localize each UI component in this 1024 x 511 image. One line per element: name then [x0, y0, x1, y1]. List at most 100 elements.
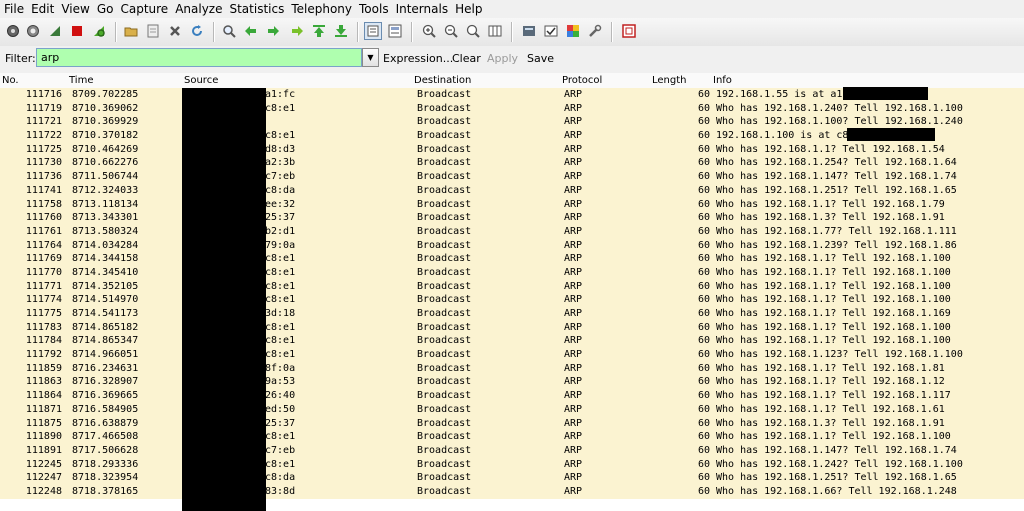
display-filter-input[interactable]	[36, 48, 362, 67]
filter-apply-button[interactable]: Apply	[487, 52, 518, 65]
packet-row[interactable]: 111784 8714.865347 c8:e1 Broadcast ARP 60 Who …	[0, 334, 1024, 349]
cell-no: 111774	[25, 294, 62, 306]
cell-protocol: ARP	[564, 403, 583, 415]
packet-row[interactable]: 112248 8718.378165 83:8d Broadcast ARP 60 Who …	[0, 484, 1024, 499]
zoom-in-icon[interactable]	[420, 22, 438, 40]
help-icon[interactable]	[620, 22, 638, 40]
filter-clear-button[interactable]: Clear	[452, 52, 481, 65]
column-header-protocol[interactable]: Protocol	[562, 73, 602, 88]
coloring-rules-icon[interactable]	[564, 22, 582, 40]
cell-info: Who has 192.168.1.1? Tell 192.168.1.100	[716, 431, 951, 443]
cell-protocol: ARP	[564, 362, 583, 374]
column-header-info[interactable]: Info	[713, 73, 732, 88]
menu-file[interactable]: File	[0, 0, 27, 18]
filter-save-button[interactable]: Save	[527, 52, 554, 65]
menu-tools[interactable]: Tools	[355, 0, 392, 18]
cell-protocol: ARP	[564, 280, 583, 292]
go-back-icon[interactable]	[242, 22, 260, 40]
packet-row[interactable]: 111771 8714.352105 c8:e1 Broadcast ARP 60 Who …	[0, 279, 1024, 294]
cell-time: 8711.506744	[72, 171, 139, 183]
find-packet-icon[interactable]	[220, 22, 238, 40]
packet-row[interactable]: 111725 8710.464269 d8:d3 Broadcast ARP 60 Who …	[0, 142, 1024, 157]
stop-capture-icon[interactable]	[68, 22, 86, 40]
toolbar-separator	[213, 22, 215, 42]
packet-row[interactable]: 111761 8713.580324 b2:d1 Broadcast ARP 60 Who …	[0, 224, 1024, 239]
preferences-icon[interactable]	[586, 22, 604, 40]
options-icon[interactable]	[24, 22, 42, 40]
cell-destination: Broadcast	[417, 376, 472, 388]
go-forward-icon[interactable]	[264, 22, 282, 40]
menu-statistics[interactable]: Statistics	[225, 0, 287, 18]
display-filters-icon[interactable]	[542, 22, 560, 40]
packet-row[interactable]: 111775 8714.541173 3d:18 Broadcast ARP 60 Who …	[0, 307, 1024, 321]
cell-info: 192.168.1.55 is at a1:fc	[716, 89, 861, 100]
menu-edit[interactable]: Edit	[27, 0, 57, 18]
packet-row[interactable]: 111741 8712.324033 c8:da Broadcast ARP 60 Who …	[0, 183, 1024, 198]
normal-size-icon[interactable]	[464, 22, 482, 40]
packet-row[interactable]: 111760 8713.343301 25:37 Broadcast ARP 60 Who …	[0, 211, 1024, 225]
cell-no: 111730	[25, 157, 62, 169]
cell-destination: Broadcast	[417, 266, 472, 278]
resize-columns-icon[interactable]	[486, 22, 504, 40]
cell-no: 111769	[25, 253, 62, 265]
packet-row[interactable]: 111792 8714.966051 c8:e1 Broadcast ARP 60 Who …	[0, 348, 1024, 362]
menu-help[interactable]: Help	[451, 0, 485, 18]
packet-row[interactable]: 111730 8710.662276 a2:3b Broadcast ARP 60 Who …	[0, 156, 1024, 171]
packet-row[interactable]: 111736 8711.506744 c7:eb Broadcast ARP 60 Who …	[0, 170, 1024, 184]
packet-row[interactable]: 111859 8716.234631 8f:0a Broadcast ARP 60 Who …	[0, 361, 1024, 376]
go-last-icon[interactable]	[332, 22, 350, 40]
reload-icon[interactable]	[188, 22, 206, 40]
column-header-length[interactable]: Length	[652, 73, 687, 88]
packet-row[interactable]: 111863 8716.328907 9a:53 Broadcast ARP 60 Who …	[0, 375, 1024, 390]
packet-row[interactable]: 112245 8718.293336 c8:e1 Broadcast ARP 60 Who …	[0, 457, 1024, 472]
restart-capture-icon[interactable]	[90, 22, 108, 40]
menu-internals[interactable]: Internals	[392, 0, 452, 18]
save-file-icon[interactable]	[144, 22, 162, 40]
column-header-destination[interactable]: Destination	[414, 73, 471, 88]
cell-no: 111761	[25, 225, 62, 237]
cell-no: 111875	[25, 417, 62, 429]
colorize-icon[interactable]	[364, 22, 382, 40]
packet-row[interactable]: 111769 8714.344158 c8:e1 Broadcast ARP 60 Who …	[0, 252, 1024, 266]
packet-row[interactable]: 111764 8714.034284 79:0a Broadcast ARP 60 Who …	[0, 238, 1024, 253]
column-header-no[interactable]: No.	[2, 73, 19, 88]
packet-row[interactable]: 111890 8717.466508 c8:e1 Broadcast ARP 60 Who …	[0, 430, 1024, 444]
packet-row[interactable]: 111891 8717.506628 c7:eb Broadcast ARP 60 Who …	[0, 443, 1024, 458]
auto-scroll-icon[interactable]	[386, 22, 404, 40]
cell-no: 112247	[25, 472, 62, 484]
filter-expression-button[interactable]: Expression...	[383, 52, 453, 65]
menu-capture[interactable]: Capture	[116, 0, 171, 18]
toolbar-separator	[411, 22, 413, 42]
go-first-icon[interactable]	[310, 22, 328, 40]
packet-row[interactable]: 111719 8710.369062 c8:e1 Broadcast ARP 60 Who …	[0, 101, 1024, 116]
packet-row[interactable]: 111875 8716.638879 25:37 Broadcast ARP 60 Who …	[0, 416, 1024, 431]
close-file-icon[interactable]	[166, 22, 184, 40]
cell-source: c8:e1	[265, 349, 296, 361]
go-to-packet-icon[interactable]	[288, 22, 306, 40]
column-header-source[interactable]: Source	[184, 73, 218, 88]
packet-row[interactable]: 111774 8714.514970 c8:e1 Broadcast ARP 60 Who …	[0, 293, 1024, 307]
interfaces-icon[interactable]	[4, 22, 22, 40]
cell-length: 60	[697, 431, 710, 443]
start-capture-icon[interactable]	[46, 22, 64, 40]
menu-analyze[interactable]: Analyze	[171, 0, 225, 18]
cell-length: 60	[697, 335, 710, 347]
capture-filters-icon[interactable]	[520, 22, 538, 40]
packet-row[interactable]: 111783 8714.865182 c8:e1 Broadcast ARP 60 Who …	[0, 320, 1024, 335]
zoom-out-icon[interactable]	[442, 22, 460, 40]
packet-row[interactable]: 111758 8713.118134 ee:32 Broadcast ARP 60 Who …	[0, 197, 1024, 212]
cell-source: c8:da	[265, 184, 296, 196]
packet-row[interactable]: 111721 8710.369929 Broadcast ARP 60 Who has 1…	[0, 115, 1024, 130]
cell-length: 60	[697, 308, 710, 319]
packet-row[interactable]: 111871 8716.584905 ed:50 Broadcast ARP 60 Who …	[0, 402, 1024, 417]
packet-row[interactable]: 112247 8718.323954 c8:da Broadcast ARP 60 Who …	[0, 471, 1024, 485]
open-file-icon[interactable]	[122, 22, 140, 40]
cell-no: 111871	[25, 403, 62, 415]
menu-view[interactable]: View	[57, 0, 92, 18]
packet-row[interactable]: 111864 8716.369665 26:40 Broadcast ARP 60 Who …	[0, 389, 1024, 403]
menu-telephony[interactable]: Telephony	[287, 0, 355, 18]
column-header-time[interactable]: Time	[69, 73, 93, 88]
menu-go[interactable]: Go	[93, 0, 117, 18]
packet-row[interactable]: 111770 8714.345410 c8:e1 Broadcast ARP 60 Who …	[0, 265, 1024, 280]
filter-dropdown-button[interactable]: ▼	[362, 48, 379, 67]
